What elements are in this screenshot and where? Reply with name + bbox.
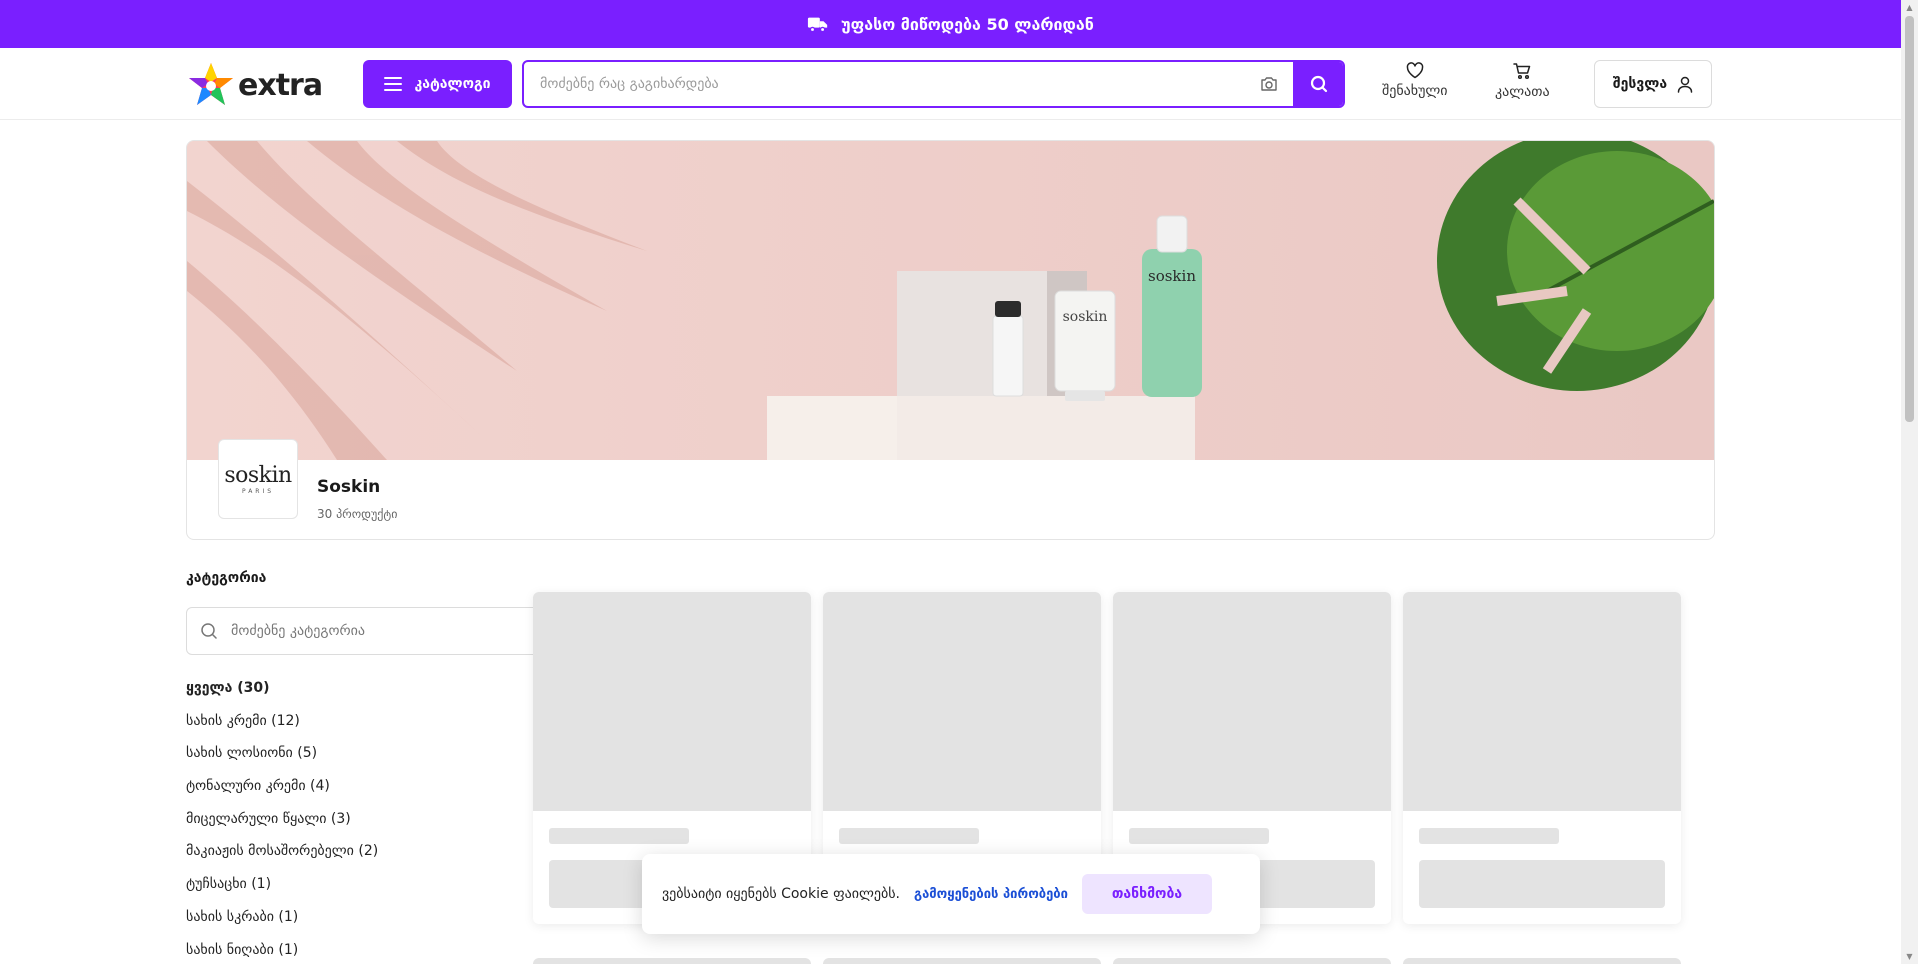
skeleton-image	[823, 592, 1101, 811]
category-item[interactable]: სახის ნიღაბი (1)	[186, 942, 378, 964]
product-card-skeleton	[1403, 958, 1681, 964]
favorites-label: შენახული	[1382, 83, 1448, 99]
scroll-down-icon[interactable]: ▼	[1905, 952, 1914, 961]
catalog-button[interactable]: კატალოგი	[363, 60, 512, 108]
logo-text: extra	[238, 67, 323, 103]
scrollbar[interactable]: ▲ ▼	[1901, 0, 1918, 964]
brand-logo-subtext: PARIS	[241, 488, 275, 495]
skeleton-button	[1419, 860, 1665, 908]
terms-link[interactable]: გამოყენების პირობები	[914, 887, 1068, 902]
product-card-skeleton	[533, 958, 811, 964]
scroll-up-icon[interactable]: ▲	[1905, 3, 1914, 12]
logo-star-icon	[189, 63, 233, 105]
search-input[interactable]	[524, 62, 1245, 106]
skeleton-image	[533, 592, 811, 811]
search-button[interactable]	[1293, 62, 1343, 106]
category-item[interactable]: ტონალური კრემი (4)	[186, 778, 378, 811]
category-list: ყველა (30) სახის კრემი (12) სახის ლოსიონ…	[186, 680, 378, 964]
category-item[interactable]: ყველა (30)	[186, 680, 378, 713]
delivery-truck-icon	[808, 17, 828, 33]
cart-button[interactable]: კალათა	[1495, 62, 1550, 100]
cookie-agree-button[interactable]: თანხმობა	[1081, 874, 1212, 914]
skeleton-line	[1129, 828, 1269, 844]
skeleton-line	[839, 828, 979, 844]
promo-bar: უფასო მიწოდება 50 ლარიდან	[0, 0, 1901, 48]
brand-name: Soskin	[317, 477, 381, 497]
brand-banner: soskin soskin	[187, 141, 1714, 460]
svg-text:soskin: soskin	[1063, 309, 1108, 325]
search-icon	[201, 623, 217, 639]
login-label: შესვლა	[1612, 76, 1668, 92]
category-search-input[interactable]	[231, 623, 511, 639]
skeleton-image	[1403, 592, 1681, 811]
category-title: კატეგორია	[186, 570, 267, 586]
brand-logo: soskin PARIS	[218, 439, 298, 519]
catalog-label: კატალოგი	[414, 76, 491, 92]
svg-text:soskin: soskin	[1148, 267, 1196, 285]
category-item[interactable]: სახის კრემი (12)	[186, 713, 378, 746]
search-icon	[1310, 75, 1328, 93]
category-item[interactable]: სახის ლოსიონი (5)	[186, 745, 378, 778]
banner-illustration: soskin soskin	[187, 141, 1714, 460]
login-button[interactable]: შესვლა	[1594, 60, 1712, 108]
brand-product-count: 30 პროდუქტი	[317, 507, 398, 521]
favorites-button[interactable]: შენახული	[1382, 62, 1448, 99]
category-item[interactable]: ტუჩსაცხი (1)	[186, 876, 378, 909]
promo-text: უფასო მიწოდება 50 ლარიდან	[841, 14, 1094, 34]
search-bar	[522, 60, 1345, 108]
menu-icon	[384, 77, 403, 91]
category-item[interactable]: მაკიაჟის მოსაშორებელი (2)	[186, 843, 378, 876]
heart-icon	[1406, 62, 1424, 79]
skeleton-line	[1419, 828, 1559, 844]
site-header: extra კატალოგი შენახული	[0, 48, 1901, 120]
product-card-skeleton	[823, 958, 1101, 964]
cookie-text: ვებსაიტი იყენებს Cookie ფაილებს.	[662, 886, 900, 902]
category-search	[186, 607, 546, 655]
category-item[interactable]: სახის სკრაბი (1)	[186, 909, 378, 942]
skeleton-line	[549, 828, 689, 844]
skeleton-image	[1113, 592, 1391, 811]
cart-icon	[1513, 63, 1531, 80]
product-card-skeleton	[1403, 592, 1681, 924]
brand-card: soskin soskin soskin PARIS Soskin 30 პრო…	[186, 140, 1715, 540]
cart-label: კალათა	[1495, 84, 1550, 100]
product-card-skeleton	[1113, 958, 1391, 964]
camera-icon[interactable]	[1245, 62, 1293, 106]
category-item[interactable]: მიცელარული წყალი (3)	[186, 811, 378, 844]
site-logo[interactable]: extra	[186, 60, 323, 110]
user-icon	[1677, 76, 1693, 93]
brand-logo-text: soskin	[224, 463, 292, 488]
cookie-banner: ვებსაიტი იყენებს Cookie ფაილებს. გამოყენ…	[642, 854, 1260, 934]
scrollbar-thumb[interactable]	[1905, 16, 1914, 422]
